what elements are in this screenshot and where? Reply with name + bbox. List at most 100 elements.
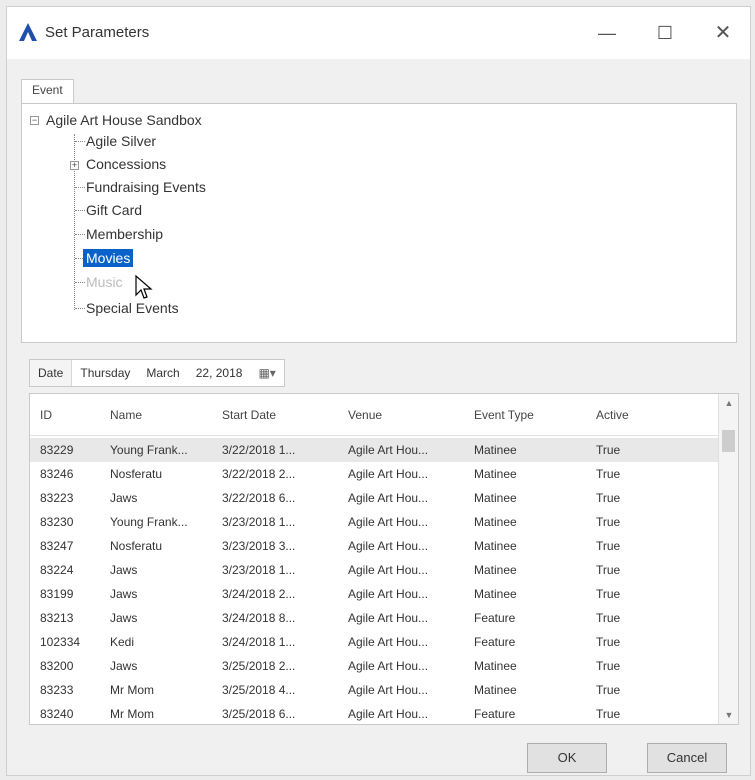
cell-id: 83200 bbox=[40, 659, 74, 673]
scroll-up-icon[interactable]: ▲ bbox=[719, 394, 738, 412]
cell-active: True bbox=[596, 539, 621, 553]
cell-event-type: Matinee bbox=[474, 587, 517, 601]
cell-id: 83199 bbox=[40, 587, 74, 601]
date-month[interactable]: March bbox=[138, 366, 187, 380]
table-row[interactable]: 83240 Mr Mom 3/25/2018 6... Agile Art Hou..… bbox=[30, 702, 720, 724]
tree-node-membership[interactable]: Membership bbox=[86, 226, 163, 242]
cell-id: 83246 bbox=[40, 467, 74, 481]
cell-event-type: Matinee bbox=[474, 683, 517, 697]
table-row[interactable]: 83199 Jaws 3/24/2018 2... Agile Art Hou... M… bbox=[30, 582, 720, 606]
cell-start-date: 3/23/2018 3... bbox=[222, 539, 296, 553]
tree-node-root[interactable]: Agile Art House Sandbox bbox=[46, 112, 202, 128]
cell-venue: Agile Art Hou... bbox=[348, 635, 429, 649]
table-row[interactable]: 83200 Jaws 3/25/2018 2... Agile Art Hou... M… bbox=[30, 654, 720, 678]
column-header-venue[interactable]: Venue bbox=[348, 408, 382, 422]
column-header-event-type[interactable]: Event Type bbox=[474, 408, 534, 422]
tree-node-music[interactable]: Music bbox=[86, 274, 123, 290]
cell-active: True bbox=[596, 611, 621, 625]
table-row[interactable]: 102334 Kedi 3/24/2018 1... Agile Art Hou...… bbox=[30, 630, 720, 654]
table-row[interactable]: 83213 Jaws 3/24/2018 8... Agile Art Hou... F… bbox=[30, 606, 720, 630]
cell-start-date: 3/25/2018 6... bbox=[222, 707, 296, 721]
cell-id: 83230 bbox=[40, 515, 74, 529]
ok-button[interactable]: OK bbox=[527, 743, 607, 773]
table-row[interactable]: 83224 Jaws 3/23/2018 1... Agile Art Hou... M… bbox=[30, 558, 720, 582]
column-header-name[interactable]: Name bbox=[110, 408, 142, 422]
tree-branch bbox=[75, 141, 85, 142]
cell-active: True bbox=[596, 683, 621, 697]
tree-expand-icon[interactable]: + bbox=[70, 161, 79, 170]
cell-venue: Agile Art Hou... bbox=[348, 491, 429, 505]
minimize-button[interactable]: — bbox=[584, 17, 630, 49]
cell-event-type: Matinee bbox=[474, 563, 517, 577]
cell-id: 83213 bbox=[40, 611, 74, 625]
tree-node-agile-silver[interactable]: Agile Silver bbox=[86, 133, 156, 149]
cell-name: Jaws bbox=[110, 587, 138, 601]
table-row[interactable]: 83229 Young Frank... 3/22/2018 1... Agile A… bbox=[30, 438, 720, 462]
scroll-down-icon[interactable]: ▼ bbox=[719, 706, 738, 724]
cell-venue: Agile Art Hou... bbox=[348, 611, 429, 625]
date-label: Date bbox=[30, 360, 73, 386]
tree-node-concessions[interactable]: Concessions bbox=[86, 156, 166, 172]
mouse-cursor-icon bbox=[135, 275, 153, 299]
cell-name: Nosferatu bbox=[110, 539, 163, 553]
column-header-id[interactable]: ID bbox=[40, 408, 52, 422]
cell-start-date: 3/24/2018 1... bbox=[222, 635, 296, 649]
close-button[interactable]: ✕ bbox=[700, 17, 746, 49]
cell-id: 83229 bbox=[40, 443, 74, 457]
cell-venue: Agile Art Hou... bbox=[348, 539, 429, 553]
tree-node-special-events[interactable]: Special Events bbox=[86, 300, 179, 316]
set-parameters-dialog: Set Parameters — ☐ ✕ Event − Agile Art H… bbox=[6, 6, 751, 776]
cell-venue: Agile Art Hou... bbox=[348, 563, 429, 577]
cell-name: Kedi bbox=[110, 635, 135, 649]
tree-node-fundraising-events[interactable]: Fundraising Events bbox=[86, 179, 206, 195]
cell-event-type: Feature bbox=[474, 611, 516, 625]
table-row[interactable]: 83223 Jaws 3/22/2018 6... Agile Art Hou... M… bbox=[30, 486, 720, 510]
cell-id: 83224 bbox=[40, 563, 74, 577]
cell-id: 102334 bbox=[40, 635, 81, 649]
cell-venue: Agile Art Hou... bbox=[348, 443, 429, 457]
cell-event-type: Matinee bbox=[474, 467, 517, 481]
cell-event-type: Matinee bbox=[474, 515, 517, 529]
date-day-year[interactable]: 22, 2018 bbox=[188, 366, 251, 380]
title-bar[interactable]: Set Parameters — ☐ ✕ bbox=[7, 7, 750, 59]
table-row[interactable]: 83247 Nosferatu 3/23/2018 3... Agile Art Ho… bbox=[30, 534, 720, 558]
cell-name: Young Frank... bbox=[110, 443, 188, 457]
tree-node-gift-card[interactable]: Gift Card bbox=[86, 202, 142, 218]
cell-name: Jaws bbox=[110, 659, 138, 673]
tree-node-movies[interactable]: Movies bbox=[83, 249, 134, 267]
date-weekday[interactable]: Thursday bbox=[72, 366, 138, 380]
cell-id: 83233 bbox=[40, 683, 74, 697]
cancel-button[interactable]: Cancel bbox=[647, 743, 727, 773]
grid-header: ID Name Start Date Venue Event Type Acti… bbox=[30, 394, 720, 436]
grid-scrollbar[interactable]: ▲ ▼ bbox=[718, 394, 738, 724]
tree-collapse-icon[interactable]: − bbox=[30, 116, 39, 125]
cell-name: Mr Mom bbox=[110, 683, 154, 697]
table-row[interactable]: 83230 Young Frank... 3/23/2018 1... Agile A… bbox=[30, 510, 720, 534]
events-grid: ID Name Start Date Venue Event Type Acti… bbox=[29, 393, 739, 725]
column-header-active[interactable]: Active bbox=[596, 408, 629, 422]
cell-event-type: Matinee bbox=[474, 491, 517, 505]
cell-start-date: 3/23/2018 1... bbox=[222, 515, 296, 529]
cell-active: True bbox=[596, 515, 621, 529]
cell-name: Jaws bbox=[110, 563, 138, 577]
cell-active: True bbox=[596, 491, 621, 505]
column-header-start-date[interactable]: Start Date bbox=[222, 408, 276, 422]
table-row[interactable]: 83246 Nosferatu 3/22/2018 2... Agile Art Ho… bbox=[30, 462, 720, 486]
cell-active: True bbox=[596, 443, 621, 457]
cell-event-type: Matinee bbox=[474, 443, 517, 457]
cell-start-date: 3/25/2018 4... bbox=[222, 683, 296, 697]
app-logo-icon bbox=[19, 23, 37, 41]
date-picker[interactable]: Date Thursday March 22, 2018 ▦▾ bbox=[29, 359, 285, 387]
cell-id: 83240 bbox=[40, 707, 74, 721]
tab-event[interactable]: Event bbox=[21, 79, 74, 103]
cell-id: 83223 bbox=[40, 491, 74, 505]
cell-start-date: 3/24/2018 2... bbox=[222, 587, 296, 601]
maximize-button[interactable]: ☐ bbox=[642, 17, 688, 49]
cell-start-date: 3/22/2018 6... bbox=[222, 491, 296, 505]
scroll-thumb[interactable] bbox=[722, 430, 735, 452]
cell-name: Jaws bbox=[110, 611, 138, 625]
calendar-dropdown-icon[interactable]: ▦▾ bbox=[250, 366, 283, 380]
table-row[interactable]: 83233 Mr Mom 3/25/2018 4... Agile Art Hou..… bbox=[30, 678, 720, 702]
cell-name: Jaws bbox=[110, 491, 138, 505]
cell-venue: Agile Art Hou... bbox=[348, 707, 429, 721]
